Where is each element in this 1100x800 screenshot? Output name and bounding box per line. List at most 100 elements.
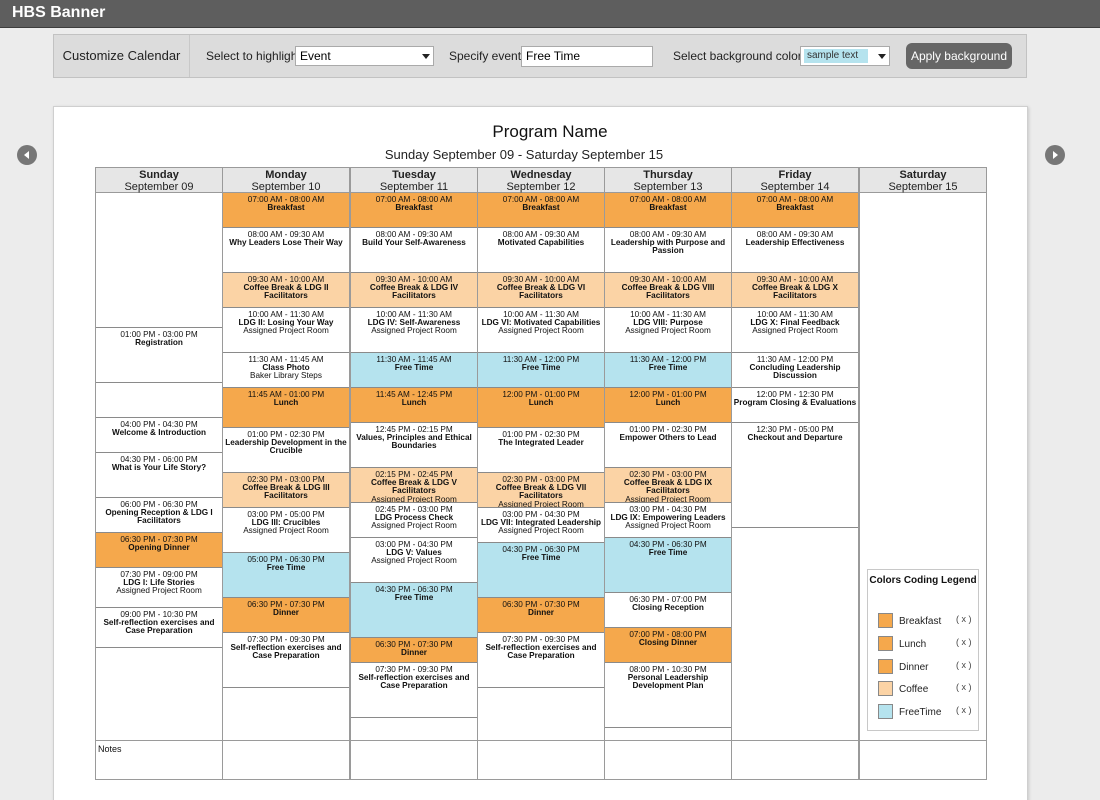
event-cell[interactable]: 02:15 PM - 02:45 PM Coffee Break & LDG V …	[351, 468, 477, 503]
event-cell[interactable]: 07:00 PM - 08:00 PM Closing Dinner	[605, 628, 731, 663]
event-cell[interactable]: 06:30 PM - 07:30 PM Dinner	[478, 598, 604, 633]
event-input[interactable]: Free Time	[521, 46, 653, 67]
event-cell[interactable]: 10:00 AM - 11:30 AM LDG IV: Self-Awarenes…	[351, 308, 477, 353]
event-cell[interactable]: 12:00 PM - 01:00 PM Lunch	[605, 388, 731, 423]
event-cell[interactable]: 06:30 PM - 07:30 PM Opening Dinner	[96, 533, 222, 568]
highlight-label: Select to highlight	[206, 49, 301, 63]
event-cell[interactable]: 11:30 AM - 12:00 PM Free Time	[478, 353, 604, 388]
event-cell[interactable]: 08:00 AM - 09:30 AM Motivated Capabilitie…	[478, 228, 604, 273]
event-cell[interactable]: 06:00 PM - 06:30 PM Opening Reception & L…	[96, 498, 222, 533]
event-name: Lunch	[401, 398, 427, 408]
event-cell[interactable]: 08:00 AM - 09:30 AM Why Leaders Lose Thei…	[223, 228, 349, 273]
event-cell[interactable]: 01:00 PM - 02:30 PM The Integrated Leader	[478, 428, 604, 473]
event-cell[interactable]: 11:45 AM - 12:45 PM Lunch	[351, 388, 477, 423]
legend-remove-button[interactable]: ( x )	[956, 682, 972, 692]
event-cell[interactable]: 11:45 AM - 01:00 PM Lunch	[223, 388, 349, 428]
notes-cell[interactable]	[604, 740, 732, 780]
event-cell[interactable]: 04:30 PM - 06:00 PM What is Your Life Sto…	[96, 453, 222, 498]
legend-remove-button[interactable]: ( x )	[956, 614, 972, 624]
event-cell[interactable]: 02:30 PM - 03:00 PM Coffee Break & LDG VI…	[478, 473, 604, 508]
event-cell[interactable]: 09:30 AM - 10:00 AM Coffee Break & LDG VI…	[478, 273, 604, 308]
event-cell[interactable]: 04:30 PM - 06:30 PM Free Time	[351, 583, 477, 638]
legend-label: FreeTime	[899, 707, 942, 718]
event-cell[interactable]: 01:00 PM - 03:00 PM Registration	[96, 328, 222, 383]
day-column: 07:00 AM - 08:00 AM Breakfast 08:00 AM - 0…	[731, 193, 859, 740]
event-cell[interactable]: 07:00 AM - 08:00 AM Breakfast	[605, 193, 731, 228]
legend-swatch	[878, 636, 893, 651]
legend-remove-button[interactable]: ( x )	[956, 705, 972, 715]
event-cell[interactable]: 01:00 PM - 02:30 PM Leadership Developmen…	[223, 428, 349, 473]
event-cell[interactable]: 05:00 PM - 06:30 PM Free Time	[223, 553, 349, 598]
highlight-select[interactable]: Event	[295, 46, 434, 66]
legend-remove-button[interactable]: ( x )	[956, 660, 972, 670]
event-name: Empower Others to Lead	[619, 433, 717, 443]
event-cell[interactable]: 09:30 AM - 10:00 AM Coffee Break & LDG IV…	[351, 273, 477, 308]
event-cell[interactable]: 03:00 PM - 04:30 PM LDG VII: Integrated L…	[478, 508, 604, 543]
event-cell[interactable]: 08:00 PM - 10:30 PM Personal Leadership D…	[605, 663, 731, 728]
event-cell[interactable]: 07:30 PM - 09:00 PM LDG I: Life Stories As…	[96, 568, 222, 608]
event-cell[interactable]: 07:30 PM - 09:30 PM Self-reflection exerc…	[478, 633, 604, 688]
event-cell[interactable]: 04:30 PM - 06:30 PM Free Time	[605, 538, 731, 593]
apply-background-button[interactable]: Apply background	[906, 43, 1012, 69]
notes-cell[interactable]: Notes	[95, 740, 223, 780]
event-cell[interactable]: 07:30 PM - 09:30 PM Self-reflection exerc…	[351, 663, 477, 718]
bg-color-select[interactable]: sample text	[800, 46, 890, 66]
event-cell[interactable]: 06:30 PM - 07:30 PM Dinner	[351, 638, 477, 663]
event-cell[interactable]: 02:30 PM - 03:00 PM Coffee Break & LDG II…	[223, 473, 349, 508]
event-cell[interactable]: 12:00 PM - 01:00 PM Lunch	[478, 388, 604, 428]
event-cell[interactable]: 06:30 PM - 07:00 PM Closing Reception	[605, 593, 731, 628]
event-cell[interactable]: 12:00 PM - 12:30 PM Program Closing & Eva…	[732, 388, 858, 423]
event-cell[interactable]: 11:30 AM - 12:00 PM Free Time	[605, 353, 731, 388]
event-cell[interactable]: 10:00 AM - 11:30 AM LDG VIII: Purpose Assi…	[605, 308, 731, 353]
notes-cell[interactable]	[222, 740, 350, 780]
event-cell[interactable]: 02:45 PM - 03:00 PM LDG Process Check Assi…	[351, 503, 477, 538]
event-cell[interactable]: 11:30 AM - 11:45 AM Free Time	[351, 353, 477, 388]
day-date: September 12	[506, 181, 576, 193]
legend-title: Colors Coding Legend	[869, 575, 977, 586]
event-cell[interactable]: 09:30 AM - 10:00 AM Coffee Break & LDG VI…	[605, 273, 731, 308]
event-cell[interactable]: 09:30 AM - 10:00 AM Coffee Break & LDG II…	[223, 273, 349, 308]
event-cell[interactable]: 12:30 PM - 05:00 PM Checkout and Departur…	[732, 423, 858, 528]
notes-cell[interactable]	[731, 740, 859, 780]
event-cell[interactable]: 09:30 AM - 10:00 AM Coffee Break & LDG X …	[732, 273, 858, 308]
event-cell[interactable]: 10:00 AM - 11:30 AM LDG II: Losing Your W…	[223, 308, 349, 353]
event-cell[interactable]: 07:00 AM - 08:00 AM Breakfast	[732, 193, 858, 228]
event-cell[interactable]: 12:45 PM - 02:15 PM Values, Principles an…	[351, 423, 477, 468]
event-room: Assigned Project Room	[243, 526, 329, 536]
legend-item: FreeTime ( x )	[878, 704, 974, 720]
event-cell[interactable]: 11:30 AM - 11:45 AM Class Photo Baker Libr…	[223, 353, 349, 388]
next-week-icon[interactable]	[1045, 145, 1065, 165]
event-cell[interactable]: 08:00 AM - 09:30 AM Leadership with Purpo…	[605, 228, 731, 273]
event-name: Coffee Break & LDG VIII Facilitators	[621, 283, 715, 301]
program-name: Program Name	[492, 122, 608, 141]
event-cell[interactable]: 04:00 PM - 04:30 PM Welcome & Introductio…	[96, 418, 222, 453]
event-cell[interactable]: 07:00 AM - 08:00 AM Breakfast	[223, 193, 349, 228]
event-cell[interactable]: 10:00 AM - 11:30 AM LDG X: Final Feedback…	[732, 308, 858, 353]
event-cell[interactable]: 04:30 PM - 06:30 PM Free Time	[478, 543, 604, 598]
event-cell[interactable]: 11:30 AM - 12:00 PM Concluding Leadership…	[732, 353, 858, 388]
event-cell[interactable]: 09:00 PM - 10:30 PM Self-reflection exerc…	[96, 608, 222, 648]
event-name: Self-reflection exercises and Case Prepa…	[103, 618, 215, 636]
event-name: Concluding Leadership Discussion	[749, 363, 841, 381]
event-cell[interactable]: 10:00 AM - 11:30 AM LDG VI: Motivated Cap…	[478, 308, 604, 353]
event-cell[interactable]: 01:00 PM - 02:30 PM Empower Others to Lea…	[605, 423, 731, 468]
notes-cell[interactable]	[477, 740, 605, 780]
legend-remove-button[interactable]: ( x )	[956, 637, 972, 647]
day-column: 07:00 AM - 08:00 AM Breakfast 08:00 AM - 0…	[222, 193, 350, 740]
event-cell[interactable]: 08:00 AM - 09:30 AM Build Your Self-Aware…	[351, 228, 477, 273]
event-cell[interactable]: 02:30 PM - 03:00 PM Coffee Break & LDG IX…	[605, 468, 731, 503]
event-cell[interactable]: 07:00 AM - 08:00 AM Breakfast	[351, 193, 477, 228]
event-room: Assigned Project Room	[371, 326, 457, 336]
event-cell[interactable]: 07:00 AM - 08:00 AM Breakfast	[478, 193, 604, 228]
event-cell[interactable]: 07:30 PM - 09:30 PM Self-reflection exerc…	[223, 633, 349, 688]
notes-cell[interactable]	[350, 740, 478, 780]
event-cell[interactable]: 03:00 PM - 04:30 PM LDG IX: Empowering Le…	[605, 503, 731, 538]
event-cell[interactable]: 08:00 AM - 09:30 AM Leadership Effectiven…	[732, 228, 858, 273]
day-date: September 10	[251, 181, 321, 193]
banner-title: HBS Banner	[12, 4, 106, 21]
legend-item: Dinner ( x )	[878, 659, 974, 675]
event-cell[interactable]: 03:00 PM - 04:30 PM LDG V: Values Assigned…	[351, 538, 477, 583]
event-cell[interactable]: 06:30 PM - 07:30 PM Dinner	[223, 598, 349, 633]
event-cell[interactable]: 03:00 PM - 05:00 PM LDG III: Crucibles Ass…	[223, 508, 349, 553]
notes-cell[interactable]	[859, 740, 987, 780]
